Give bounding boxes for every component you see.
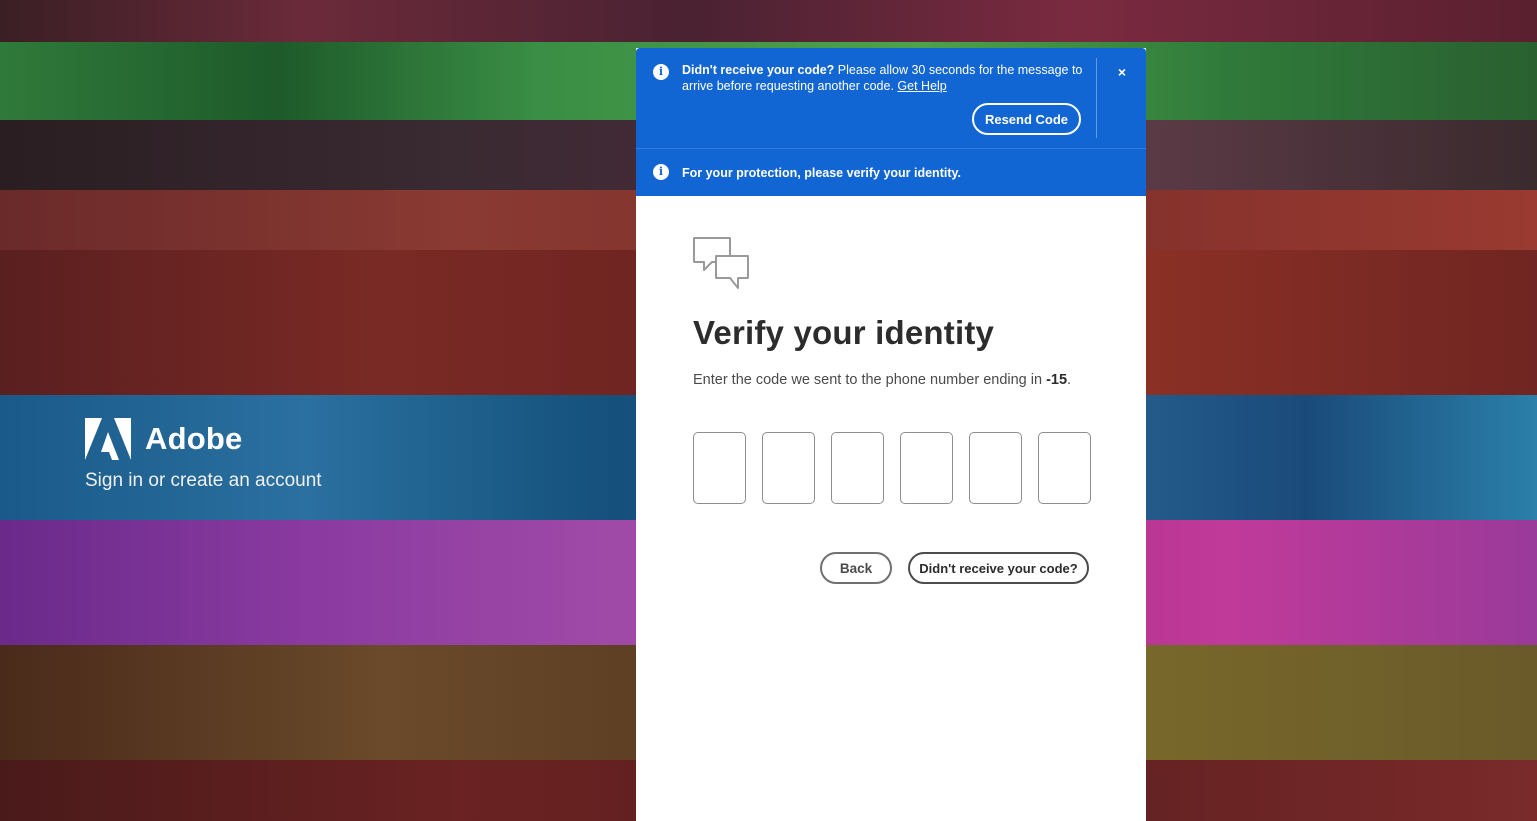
get-help-link[interactable]: Get Help (897, 79, 946, 93)
code-digit-2[interactable] (762, 432, 815, 504)
code-digit-6[interactable] (1038, 432, 1091, 504)
instruction-prefix: Enter the code we sent to the phone numb… (693, 372, 1047, 388)
verify-panel: i Didn't receive your code? Please allow… (636, 48, 1146, 821)
didnt-receive-code-button[interactable]: Didn't receive your code? (908, 552, 1089, 584)
resend-toast: i Didn't receive your code? Please allow… (636, 48, 1146, 148)
brand-block: Adobe Sign in or create an account (85, 418, 322, 492)
code-digit-3[interactable] (831, 432, 884, 504)
instruction-end: . (1067, 372, 1072, 388)
info-icon: i (653, 164, 669, 180)
brand-name: Adobe (145, 421, 243, 456)
code-digit-5[interactable] (969, 432, 1022, 504)
toast-bold-text: Didn't receive your code? (682, 63, 835, 77)
toast-divider (1096, 58, 1097, 138)
adobe-logo-icon (85, 418, 131, 460)
phone-suffix: -15 (1046, 372, 1068, 388)
notice-text: For your protection, please verify your … (682, 166, 961, 180)
close-icon[interactable]: × (1112, 62, 1132, 82)
info-icon: i (653, 64, 669, 80)
back-button[interactable]: Back (820, 552, 892, 584)
code-digit-4[interactable] (900, 432, 953, 504)
resend-code-button[interactable]: Resend Code (972, 103, 1081, 135)
toast-message: Didn't receive your code? Please allow 3… (682, 62, 1090, 94)
protection-notice: i For your protection, please verify you… (636, 148, 1146, 196)
page-title: Verify your identity (693, 314, 995, 351)
code-digit-1[interactable] (693, 432, 746, 504)
chat-bubbles-icon (693, 237, 749, 289)
instruction-text: Enter the code we sent to the phone numb… (693, 372, 1071, 388)
brand-subtitle: Sign in or create an account (85, 470, 322, 491)
code-input-row (693, 432, 1091, 504)
